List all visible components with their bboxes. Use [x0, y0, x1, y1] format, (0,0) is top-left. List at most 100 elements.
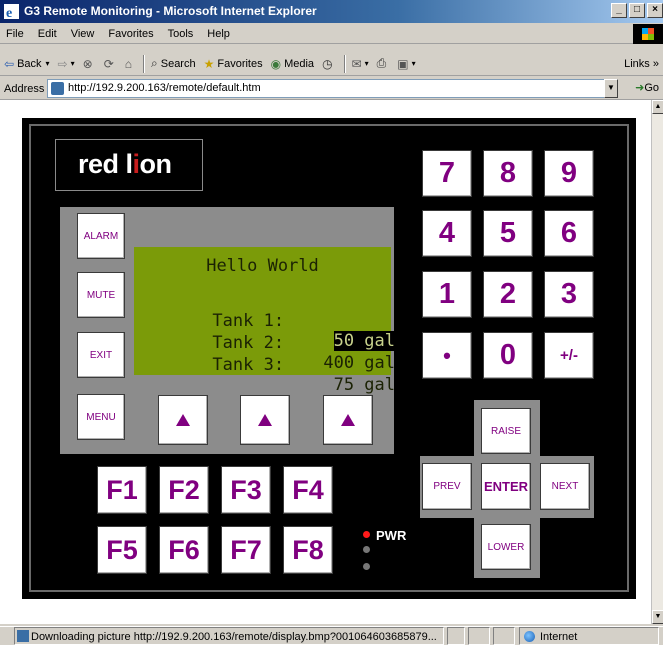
key-0[interactable]: 0 — [483, 332, 533, 379]
enter-button[interactable]: ENTER — [481, 463, 531, 510]
status-led-2 — [363, 546, 370, 553]
ie-icon: e — [4, 4, 19, 19]
lcd-display: Hello World Tank 1: 50 gal Tank 2: 400 g… — [134, 247, 395, 395]
stop-icon: ⊗ — [82, 56, 93, 71]
pwr-led — [363, 531, 370, 538]
mail-button[interactable]: ✉ ▾ — [352, 57, 369, 71]
key-plus-minus[interactable]: +/- — [544, 332, 594, 379]
dropdown-icon: ▾ — [411, 59, 416, 68]
lcd-value: 75 gal — [333, 375, 395, 395]
f6-key[interactable]: F6 — [159, 526, 209, 574]
media-button[interactable]: ◉ Media — [271, 57, 314, 71]
go-arrow-icon: ➜ — [635, 82, 645, 94]
close-button[interactable]: × — [647, 3, 663, 18]
go-button[interactable]: ➜Go — [635, 81, 659, 94]
refresh-button[interactable]: ⟳ — [104, 57, 117, 71]
alarm-button[interactable]: ALARM — [77, 213, 125, 259]
browser-window: e G3 Remote Monitoring - Microsoft Inter… — [0, 0, 663, 645]
window-title: G3 Remote Monitoring - Microsoft Interne… — [24, 4, 317, 18]
lower-button[interactable]: LOWER — [481, 524, 531, 570]
address-dropdown-button[interactable]: ▼ — [604, 79, 618, 98]
search-icon: ⌕ — [151, 56, 158, 70]
maximize-button[interactable]: □ — [629, 3, 645, 18]
vertical-scrollbar[interactable]: ▲ ▼ — [651, 100, 663, 624]
soft-key-1[interactable] — [158, 395, 208, 445]
mute-button[interactable]: MUTE — [77, 272, 125, 318]
status-led-3 — [363, 563, 370, 570]
f8-key[interactable]: F8 — [283, 526, 333, 574]
links-button[interactable]: Links » — [624, 58, 659, 70]
menu-favorites[interactable]: Favorites — [108, 24, 153, 43]
raise-button[interactable]: RAISE — [481, 408, 531, 454]
forward-button[interactable]: ⇨ ▾ — [58, 57, 75, 71]
home-button[interactable]: ⌂ — [125, 57, 135, 71]
menu-file[interactable]: File — [6, 24, 24, 43]
pwr-label: PWR — [376, 528, 407, 543]
soft-key-3[interactable] — [323, 395, 373, 445]
prev-button[interactable]: PREV — [422, 463, 472, 510]
up-arrow-icon — [341, 414, 355, 426]
toolbar-separator — [143, 54, 145, 73]
f2-key[interactable]: F2 — [159, 466, 209, 514]
windows-logo-icon — [633, 24, 663, 44]
print-icon: ⎙ — [376, 56, 387, 70]
menu-button[interactable]: MENU — [77, 394, 125, 440]
scroll-down-button[interactable]: ▼ — [652, 610, 663, 624]
key-4[interactable]: 4 — [422, 210, 472, 257]
up-arrow-icon — [258, 414, 272, 426]
key-9[interactable]: 9 — [544, 150, 594, 197]
red-lion-logo: red lion — [55, 139, 203, 191]
history-icon: ◷ — [322, 56, 333, 71]
menu-bar: File Edit View Favorites Tools Help — [0, 24, 663, 44]
dropdown-icon: ▾ — [45, 59, 50, 68]
download-page-icon — [17, 630, 29, 642]
globe-icon — [524, 631, 535, 642]
status-bar: Downloading picture http://192.9.200.163… — [0, 626, 663, 645]
key-7[interactable]: 7 — [422, 150, 472, 197]
menu-view[interactable]: View — [71, 24, 95, 43]
search-button[interactable]: ⌕ Search — [151, 56, 196, 71]
history-button[interactable]: ◷ — [322, 57, 335, 71]
f4-key[interactable]: F4 — [283, 466, 333, 514]
back-button[interactable]: ⇦ Back ▾ — [4, 57, 50, 71]
status-message: Downloading picture http://192.9.200.163… — [14, 627, 444, 645]
exit-button[interactable]: EXIT — [77, 332, 125, 378]
soft-key-2[interactable] — [240, 395, 290, 445]
menu-edit[interactable]: Edit — [38, 24, 57, 43]
title-bar: e G3 Remote Monitoring - Microsoft Inter… — [0, 0, 663, 23]
address-input[interactable]: http://192.9.200.163/remote/default.htm … — [47, 79, 618, 98]
minimize-button[interactable]: _ — [611, 3, 627, 18]
dropdown-icon: ▾ — [364, 59, 369, 68]
key-5[interactable]: 5 — [483, 210, 533, 257]
chevron-right-icon: » — [652, 58, 659, 70]
edit-icon: ▣ — [397, 56, 409, 71]
f7-key[interactable]: F7 — [221, 526, 271, 574]
dropdown-icon: ▾ — [70, 59, 75, 68]
menu-help[interactable]: Help — [207, 24, 230, 43]
f5-key[interactable]: F5 — [97, 526, 147, 574]
lcd-label: Tank 3: — [212, 355, 285, 375]
edit-button[interactable]: ▣ ▾ — [397, 57, 415, 71]
print-button[interactable]: ⎙ — [377, 56, 390, 71]
refresh-icon: ⟳ — [103, 56, 114, 71]
address-bar: Address http://192.9.200.163/remote/defa… — [0, 78, 663, 100]
status-pane — [468, 627, 490, 645]
f3-key[interactable]: F3 — [221, 466, 271, 514]
home-icon: ⌂ — [124, 56, 132, 71]
key-8[interactable]: 8 — [483, 150, 533, 197]
address-label: Address — [4, 82, 45, 95]
key-6[interactable]: 6 — [544, 210, 594, 257]
menu-tools[interactable]: Tools — [168, 24, 194, 43]
favorites-button[interactable]: ★ Favorites — [204, 57, 263, 71]
key-decimal[interactable]: • — [422, 332, 472, 379]
svg-text:e: e — [6, 6, 12, 19]
toolbar: ⇦ Back ▾ ⇨ ▾ ⊗ ⟳ ⌂ ⌕ Search ★ Favorites ◉ Medi… — [0, 52, 663, 76]
next-button[interactable]: NEXT — [540, 463, 590, 510]
key-3[interactable]: 3 — [544, 271, 594, 318]
status-pane — [447, 627, 465, 645]
key-1[interactable]: 1 — [422, 271, 472, 318]
scroll-up-button[interactable]: ▲ — [652, 100, 663, 114]
stop-button[interactable]: ⊗ — [83, 57, 96, 71]
f1-key[interactable]: F1 — [97, 466, 147, 514]
key-2[interactable]: 2 — [483, 271, 533, 318]
